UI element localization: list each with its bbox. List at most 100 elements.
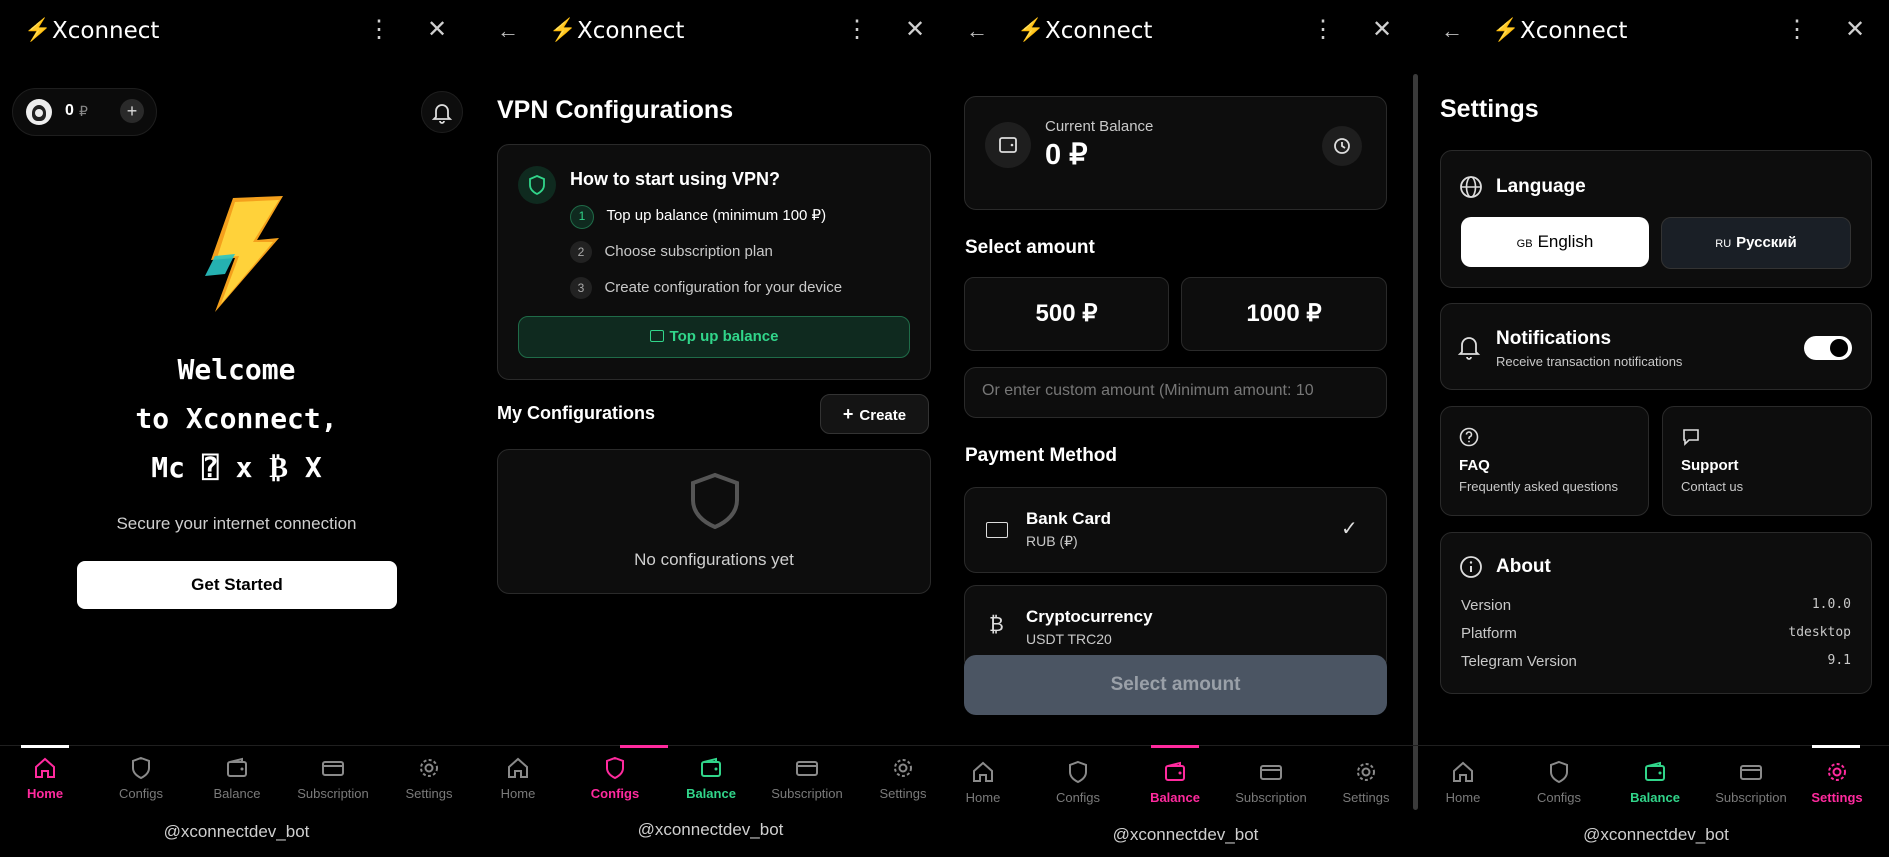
nav-settings[interactable]: Settings <box>1318 758 1414 805</box>
title-bar: ← ⚡ Xconnect ⋮ ✕ <box>948 14 1423 50</box>
title-bar: ← ⚡ Xconnect ⋮ ✕ <box>1423 14 1889 50</box>
nav-subscription[interactable]: Subscription <box>1703 758 1799 805</box>
about-key: Platform <box>1461 625 1517 642</box>
panel-home: ⚡ Xconnect ⋮ ✕ 0 ₽ + Welcome to Xconnect… <box>0 0 473 857</box>
question-circle-icon <box>1459 427 1479 447</box>
nav-subscription[interactable]: Subscription <box>759 754 855 801</box>
nav-home[interactable]: Home <box>1423 758 1511 805</box>
topup-balance-button[interactable]: Top up balance <box>518 316 910 358</box>
home-icon <box>508 757 528 778</box>
bottom-nav: Home Configs Balance Subscription Settin… <box>0 745 473 812</box>
nav-subscription-label: Subscription <box>1235 790 1307 805</box>
language-russian-button[interactable]: RU Русский <box>1661 217 1851 269</box>
support-card[interactable]: Support Contact us <box>1662 406 1872 516</box>
about-value: 1.0.0 <box>1811 597 1851 612</box>
language-card: Language GB English RU Русский <box>1440 150 1872 288</box>
nav-settings[interactable]: Settings <box>855 754 948 801</box>
nav-balance-label: Balance <box>213 786 261 801</box>
amount-500-button[interactable]: 500 ₽ <box>964 277 1169 351</box>
get-started-button[interactable]: Get Started <box>77 561 397 609</box>
nav-settings[interactable]: Settings <box>1789 758 1885 805</box>
nav-configs[interactable]: Configs <box>1030 758 1126 805</box>
about-value: 9.1 <box>1827 653 1851 668</box>
menu-dots-icon[interactable]: ⋮ <box>845 18 869 42</box>
wallet-icon <box>999 137 1017 153</box>
nav-configs[interactable]: Configs <box>1511 758 1607 805</box>
add-balance-button[interactable]: + <box>120 99 144 123</box>
step-text-1: Top up balance (minimum 100 ₽) <box>606 207 827 224</box>
nav-subscription[interactable]: Subscription <box>1223 758 1319 805</box>
nav-configs[interactable]: Configs <box>93 754 189 801</box>
nav-active-indicator <box>21 745 69 748</box>
history-button[interactable] <box>1322 126 1362 166</box>
bottom-nav: Home Configs Balance Subscription Settin… <box>948 745 1423 812</box>
close-icon[interactable]: ✕ <box>1845 18 1865 42</box>
title-bar: ⚡ Xconnect ⋮ ✕ <box>0 14 473 50</box>
create-config-button[interactable]: + Create <box>820 394 929 434</box>
close-icon[interactable]: ✕ <box>905 18 925 42</box>
menu-dots-icon[interactable]: ⋮ <box>367 18 391 42</box>
nav-home[interactable]: Home <box>473 754 566 801</box>
check-icon: ✓ <box>1341 518 1358 540</box>
back-arrow-icon[interactable]: ← <box>966 20 988 42</box>
globe-icon <box>1460 176 1482 198</box>
balance-currency: ₽ <box>79 103 88 119</box>
nav-subscription[interactable]: Subscription <box>285 754 381 801</box>
amount-1000-button[interactable]: 1000 ₽ <box>1181 277 1387 351</box>
close-icon[interactable]: ✕ <box>427 18 447 42</box>
notifications-toggle[interactable] <box>1804 336 1852 360</box>
about-key: Version <box>1461 597 1512 614</box>
nav-balance[interactable]: Balance <box>189 754 285 801</box>
back-arrow-icon[interactable]: ← <box>497 20 519 42</box>
shield-outline-icon <box>691 472 739 530</box>
step-2: 2 Choose subscription plan <box>570 241 773 263</box>
nav-configs[interactable]: Configs <box>567 754 663 801</box>
home-icon <box>1453 761 1473 782</box>
custom-amount-input[interactable]: Or enter custom amount (Minimum amount: … <box>964 367 1387 418</box>
current-balance-label: Current Balance <box>1045 118 1154 135</box>
menu-dots-icon[interactable]: ⋮ <box>1311 18 1335 42</box>
page-title: Settings <box>1440 95 1539 123</box>
nav-settings[interactable]: Settings <box>381 754 473 801</box>
home-icon <box>35 757 55 778</box>
history-icon <box>1334 138 1350 154</box>
nav-active-indicator <box>1151 745 1199 748</box>
language-english-button[interactable]: GB English <box>1461 217 1649 267</box>
bolt-icon: ⚡ <box>1017 17 1045 42</box>
about-row-telegram: Telegram Version 9.1 <box>1461 653 1851 675</box>
faq-card[interactable]: FAQ Frequently asked questions <box>1440 406 1649 516</box>
bottom-nav: Home Configs Balance Subscription Settin… <box>1423 745 1889 812</box>
wallet-icon <box>701 757 721 777</box>
close-icon[interactable]: ✕ <box>1372 18 1392 42</box>
select-amount-submit-button[interactable]: Select amount <box>964 655 1387 715</box>
step-3: 3 Create configuration for your device <box>570 277 842 299</box>
payment-option-bank-card[interactable]: Bank Card RUB (₽) ✓ <box>964 487 1387 573</box>
welcome-line-3: Mc ⍰ x ₿ X <box>151 451 322 484</box>
nav-settings-label: Settings <box>879 786 927 801</box>
lightning-logo-icon <box>205 196 283 312</box>
nav-balance[interactable]: Balance <box>1127 758 1223 805</box>
nav-home[interactable]: Home <box>0 754 93 801</box>
menu-dots-icon[interactable]: ⋮ <box>1785 18 1809 42</box>
empty-text: No configurations yet <box>634 550 794 569</box>
nav-balance[interactable]: Balance <box>663 754 759 801</box>
notifications-sub: Receive transaction notifications <box>1496 354 1683 369</box>
scrollbar[interactable] <box>1413 74 1418 810</box>
language-heading: Language <box>1496 176 1586 197</box>
select-amount-heading: Select amount <box>965 237 1095 258</box>
nav-balance-label: Balance <box>1150 790 1200 805</box>
nav-home[interactable]: Home <box>948 758 1031 805</box>
app-title: Xconnect <box>52 18 160 44</box>
about-heading: About <box>1496 556 1551 577</box>
balance-pill[interactable]: 0 ₽ + <box>12 88 157 136</box>
nav-active-indicator <box>1812 745 1860 748</box>
about-key: Telegram Version <box>1461 653 1577 670</box>
notifications-card: Notifications Receive transaction notifi… <box>1440 303 1872 390</box>
nav-balance[interactable]: Balance <box>1607 758 1703 805</box>
back-arrow-icon[interactable]: ← <box>1441 20 1463 42</box>
nav-settings-label: Settings <box>1811 790 1863 805</box>
bolt-icon: ⚡ <box>549 17 577 42</box>
nav-settings-label: Settings <box>1342 790 1390 805</box>
plus-icon: + <box>842 404 854 424</box>
bell-button[interactable] <box>421 91 463 133</box>
